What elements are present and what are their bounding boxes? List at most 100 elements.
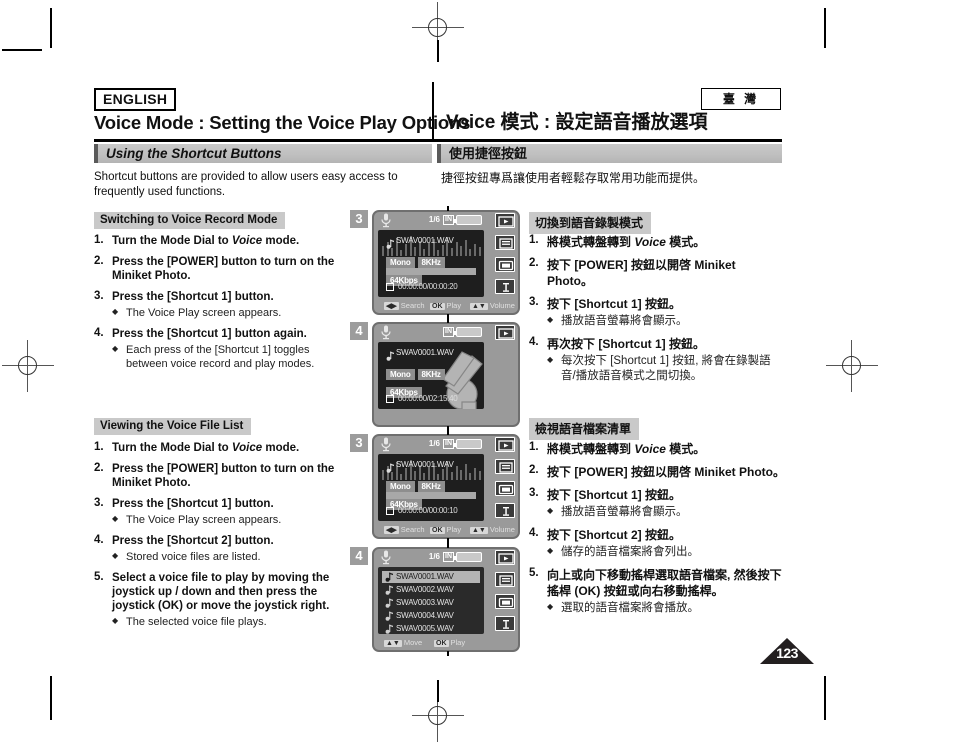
lcd-hint-key: ▲▼ [470,302,488,310]
step-number: 3. [94,290,104,302]
step-item: 5. Select a voice file to play by moving … [94,571,346,629]
music-note-icon [385,585,393,595]
battery-icon [453,439,482,449]
equalizer-bar [382,470,384,480]
step-bullet-text: The Voice Play screen appears. [126,307,282,319]
playback-progress-bar[interactable] [386,492,476,499]
lcd-hint-key: ◀▶ [384,526,399,535]
subhead-viewing-file-list-zh: 檢視語音檔案清單 [529,418,640,440]
step-bullet: ◆ 每次按下 [Shortcut 1] 按鈕, 將會在錄製語音/播放語音模式之間切… [547,354,784,384]
lcd-panel: 1/6 IN SWAV0001.WAV Mono 8KHz64Kbps 00:00:00/… [372,206,520,319]
protect-icon[interactable] [495,279,515,294]
play-mode-icon[interactable] [495,437,515,452]
protect-icon[interactable] [495,503,515,518]
diamond-bullet-icon: ◆ [547,602,554,611]
lcd-tick-bottom [447,651,449,656]
lcd-hint-label: Search [400,525,425,534]
playback-progress-bar[interactable] [386,268,476,275]
record-mode-icon[interactable] [495,325,515,340]
lcd-side-button-column [486,549,518,650]
delete-icon[interactable] [495,257,515,272]
step-number: 3. [529,296,539,308]
voice-file-name: SWAV0004.WAV [396,611,454,620]
lcd-hint-bar: ◀▶ Search OK Play ▲▼ Volume [378,299,515,313]
lcd-screen-area: SWAV0001.WAV Mono 8KHz64Kbps 00:00:00/02:15… [378,342,484,409]
voice-file-list-item[interactable]: SWAV0001.WAV [382,571,480,583]
play-mode-icon[interactable] [495,213,515,228]
lcd-side-button-column [486,212,518,313]
step-text: Turn the Mode Dial to Voice mode. [112,441,346,455]
voice-file-name: SWAV0001.WAV [396,572,454,581]
lcd-timecode: 00:00:00/00:00:20 [398,282,458,291]
step-text-part: 將模式轉盤轉到 [547,235,635,249]
step-item: 3. Press the [Shortcut 1] button. ◆ The Voi… [94,290,344,320]
microphone-icon [380,325,392,340]
step-text: Select a voice file to play by moving th… [112,572,330,612]
file-list-icon[interactable] [495,235,515,250]
step-text-part: Turn the Mode Dial to [112,442,232,454]
intro-english: Shortcut buttons are provided to allow u… [94,171,398,198]
diamond-bullet-icon: ◆ [112,307,119,316]
step-text-part2: 模式。 [665,442,706,456]
step-bullet: ◆ 播放語音螢幕將會顯示。 [547,314,784,329]
step-item: 5. 向上或向下移動搖桿選取語音檔案, 然後按下搖桿 (OK) 按鈕或向右移動搖桿… [529,567,787,616]
step-number: 5. [94,571,104,583]
music-note-icon [386,236,395,249]
header-rule [94,139,782,142]
step-bullet-text: Each press of the [Shortcut 1] toggles b… [126,344,315,370]
registration-mark-bottom [412,680,464,742]
audio-info-chip: Mono [386,481,415,492]
section-bar-english-label: Using the Shortcut Buttons [106,146,282,161]
step-bullet: ◆ The Voice Play screen appears. [112,513,346,527]
delete-icon[interactable] [495,481,515,496]
step-bullet-text: 播放語音螢幕將會顯示。 [561,506,688,518]
diamond-bullet-icon: ◆ [547,315,554,324]
stop-indicator-icon [386,283,394,291]
step-number: 4. [94,327,104,339]
voice-file-list-item[interactable]: SWAV0004.WAV [382,610,480,622]
music-note-icon [386,348,395,361]
lcd-timecode: 00:00:00/02:15:40 [398,394,458,403]
locale-badge: 臺 灣 [701,88,781,110]
voice-file-name: SWAV0003.WAV [396,598,454,607]
lcd-hint-key: OK [430,526,445,534]
lcd-side-button-column [486,436,518,537]
lcd-tick-top [447,430,449,435]
lcd-step-badge: 3 [350,434,368,452]
step-item: 4. 按下 [Shortcut 2] 按鈕。 ◆ 儲存的語音檔案將會列出。 [529,527,787,560]
lcd-hint-label: Volume [489,301,515,310]
lcd-hint-key: ▲▼ [384,639,402,647]
step-text: 按下 [POWER] 按鈕以開啓 Miniket Photo。 [547,258,736,288]
file-list-icon[interactable] [495,572,515,587]
lcd-status-bar: IN [378,325,484,341]
step-text-part: Turn the Mode Dial to [112,235,232,247]
step-text: Press the [Shortcut 1] button. [112,291,274,303]
step-number: 5. [529,567,539,579]
lcd-screen-area: SWAV0001.WAV Mono 8KHz64Kbps 00:00:00/00:00… [378,230,484,297]
voice-file-list-item[interactable]: SWAV0005.WAV [382,623,480,634]
protect-icon[interactable] [495,616,515,631]
lcd-page-indicator: 1/6 [428,215,440,224]
delete-icon[interactable] [495,594,515,609]
step-text: 按下 [Shortcut 1] 按鈕。 [547,297,681,311]
lcd-file-name: SWAV0001.WAV [396,348,454,357]
step-number: 2. [94,255,104,267]
voice-file-list-item[interactable]: SWAV0003.WAV [382,597,480,609]
crop-mark-top-right-v [824,8,826,48]
step-item: 3. 按下 [Shortcut 1] 按鈕。 ◆ 播放語音螢幕將會顯示。 [529,296,784,329]
battery-icon [453,215,482,225]
step-text: Press the [Shortcut 1] button again. [112,328,307,340]
play-mode-icon[interactable] [495,550,515,565]
file-list-icon[interactable] [495,459,515,474]
audio-info-chip: 8KHz [417,369,445,380]
section-bar-chinese: 使用捷徑按鈕 [437,144,782,163]
step-text: 按下 [Shortcut 2] 按鈕。 [547,528,681,542]
crop-mark-bottom-left-v [50,676,52,720]
lcd-side-button-column [486,324,518,425]
step-text: 向上或向下移動搖桿選取語音檔案, 然後按下搖桿 (OK) 按鈕或向右移動搖桿。 [547,568,782,598]
lcd-hint-bar: ◀▶ Search OK Play ▲▼ Volume [378,523,515,537]
step-text: Turn the Mode Dial to Voice mode. [112,234,344,248]
lcd-hint-item: OK Play [430,525,461,534]
stop-indicator-icon [386,507,394,515]
voice-file-list-item[interactable]: SWAV0002.WAV [382,584,480,596]
